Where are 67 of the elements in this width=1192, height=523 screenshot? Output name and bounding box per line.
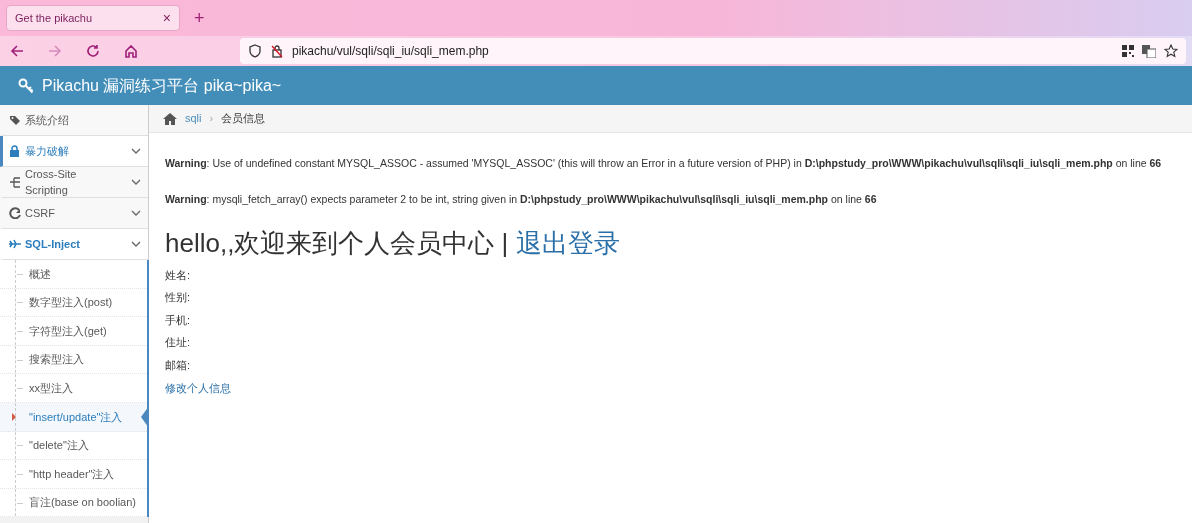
qr-code-icon: [1122, 45, 1134, 57]
submenu-label: xx型注入: [29, 380, 73, 396]
home-icon: [163, 112, 177, 125]
tag-icon: [9, 114, 21, 126]
submenu-label: 盲注(base on boolian): [29, 495, 136, 511]
php-warning: Warning: Use of undefined constant MYSQL_ASSOC - assumed 'MYSQL_ASSOC' (this will throw an Error in a future version of PHP) in D:\phpstudy_pro\WWW\pikachu\vul\sqli\sqli_iu\sqli_mem.php on line 66: [165, 156, 1163, 171]
caret-icon: [12, 412, 16, 421]
address-bar[interactable]: pikachu/vul/sqli/sqli_iu/sqli_mem.php: [240, 38, 1186, 64]
submenu-label: "http header"注入: [29, 466, 115, 482]
submenu-item[interactable]: "http header"注入: [0, 460, 147, 489]
sidebar-label: CSRF: [25, 205, 55, 221]
submenu-label: 搜索型注入: [29, 352, 84, 368]
submenu-label: 数字型注入(post): [29, 295, 113, 311]
new-tab-button[interactable]: +: [188, 9, 211, 27]
sidebar-item[interactable]: SQL-Inject: [0, 229, 148, 260]
submenu-label: 概述: [29, 266, 51, 282]
plane-icon: [9, 238, 21, 250]
close-tab-button[interactable]: ×: [162, 11, 171, 25]
back-icon[interactable]: [10, 44, 24, 58]
sidebar-item[interactable]: 暴力破解: [0, 136, 148, 167]
submenu-item[interactable]: "delete"注入: [0, 431, 147, 461]
sidebar-label: Cross-Site Scripting: [25, 166, 78, 198]
submenu-item[interactable]: xx型注入: [0, 374, 147, 403]
breadcrumb-current: 会员信息: [221, 111, 266, 127]
field-label: 姓名:: [165, 267, 192, 283]
sidebar-label: 暴力破解: [25, 143, 69, 159]
share-icon: [9, 207, 21, 219]
sidebar-label: 系统介绍: [25, 112, 69, 128]
sidebar-item[interactable]: CSRF: [0, 198, 148, 229]
url-text: pikachu/vul/sqli/sqli_iu/sqli_mem.php: [292, 43, 489, 60]
reload-icon[interactable]: [86, 44, 100, 58]
tab-title: Get the pikachu: [15, 10, 93, 26]
chevron-down-icon: [130, 239, 142, 249]
submenu-item[interactable]: 数字型注入(post): [0, 288, 147, 318]
field-label: 邮箱:: [165, 357, 192, 373]
chevron-down-icon: [130, 177, 142, 187]
submenu-label: "insert/update"注入: [29, 409, 123, 425]
field-label: 住址:: [165, 335, 192, 350]
sidebar-item[interactable]: Cross-Site Scripting: [0, 167, 148, 198]
submenu-label: 字符型注入(get): [29, 323, 107, 339]
star-icon: [1164, 44, 1178, 58]
submenu-item[interactable]: 字符型注入(get): [0, 317, 147, 346]
php-warning: Warning: mysqli_fetch_array() expects parameter 2 to be int, string given in D:\phpstudy_pro\WWW\pikachu\vul\sqli\sqli_iu\sqli_mem.php on line 66: [165, 191, 878, 207]
shield-icon: [248, 44, 262, 58]
chevron-down-icon: [130, 208, 142, 218]
lock-icon: [270, 44, 284, 58]
submenu-label: "delete"注入: [29, 438, 89, 454]
lock-icon: [9, 145, 21, 157]
field-label: 性别:: [165, 290, 192, 305]
site-title: Pikachu 漏洞练习平台 pika~pika~: [42, 75, 282, 96]
list-tree-icon: [9, 176, 21, 188]
submenu-item[interactable]: 搜索型注入: [0, 345, 147, 375]
submenu-item[interactable]: "insert/update"注入: [0, 402, 147, 432]
home-icon[interactable]: [124, 44, 138, 58]
welcome-heading: hello,,欢迎来到个人会员中心 |: [165, 226, 509, 260]
logout-link[interactable]: 退出登录: [516, 223, 621, 263]
submenu-item[interactable]: 概述: [0, 260, 147, 289]
submenu-item[interactable]: 盲注(base on boolian): [0, 488, 147, 518]
breadcrumb-separator: ›: [209, 111, 214, 127]
sidebar-label: SQL-Inject: [25, 236, 80, 252]
key-icon: [18, 77, 34, 94]
sidebar-item[interactable]: 系统介绍: [0, 105, 148, 136]
browser-tab[interactable]: Get the pikachu ×: [6, 5, 180, 31]
translate-icon: [1142, 44, 1156, 58]
chevron-down-icon: [130, 146, 142, 156]
field-label: 手机:: [165, 312, 192, 328]
edit-profile-link[interactable]: 修改个人信息: [165, 382, 231, 394]
